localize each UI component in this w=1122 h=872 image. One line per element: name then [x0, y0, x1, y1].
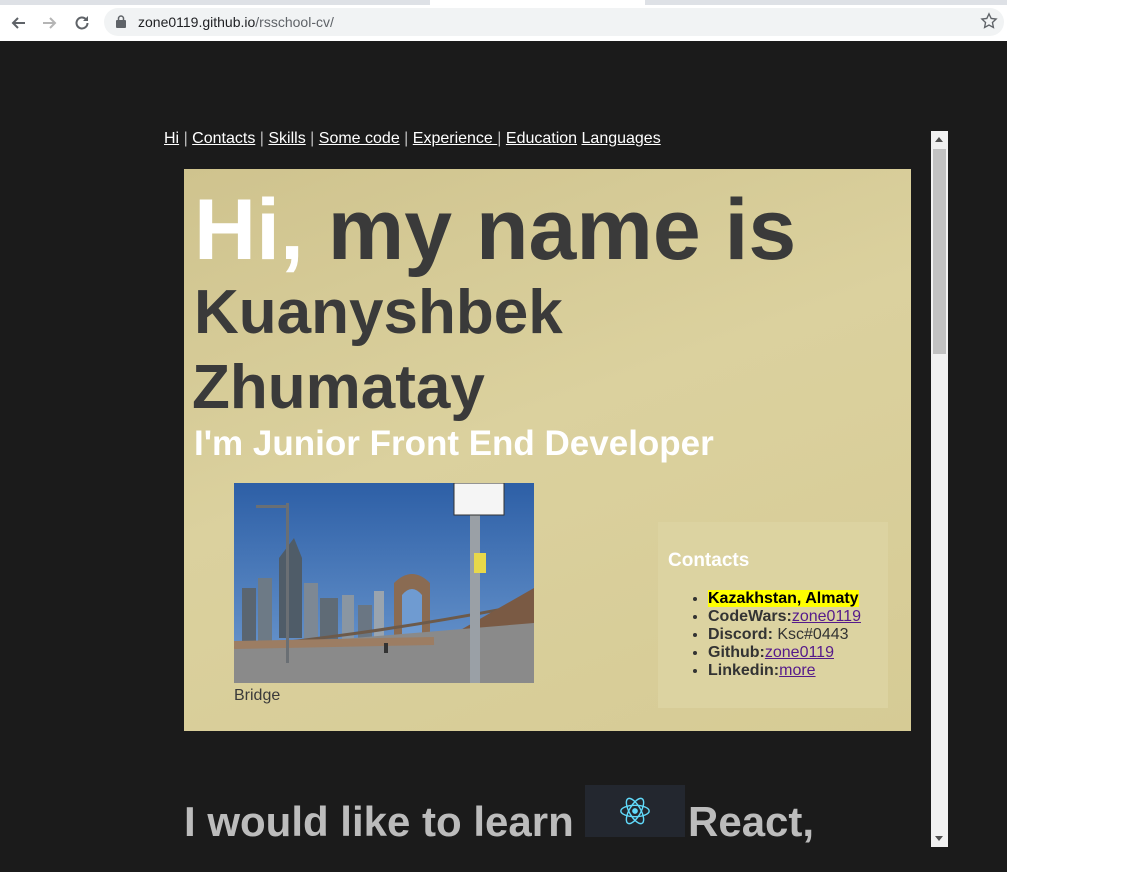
lock-icon: [116, 15, 126, 28]
top-navigation: Hi | Contacts | Skills | Some code | Exp…: [164, 130, 661, 148]
react-logo-badge: [585, 785, 685, 837]
contact-linkedin: Linkedin:more: [708, 662, 861, 680]
scrollbar[interactable]: [931, 131, 948, 847]
location-highlight: Kazakhstan, Almaty: [708, 590, 859, 607]
nav-separator: |: [310, 130, 315, 147]
greeting-intro: my name is: [303, 182, 797, 278]
forward-button[interactable]: [39, 12, 61, 34]
greeting-hi: Hi,: [194, 182, 304, 278]
contact-location: Kazakhstan, Almaty: [708, 590, 861, 608]
contacts-card: Contacts Kazakhstan, Almaty CodeWars:zon…: [658, 522, 888, 708]
github-label: Github:: [708, 644, 765, 661]
discord-value: Ksc#0443: [772, 626, 849, 643]
url-text: zone0119.github.io/rsschool-cv/: [138, 14, 334, 30]
codewars-link[interactable]: zone0119: [792, 608, 861, 625]
first-name: Kuanyshbek: [194, 278, 563, 347]
contact-codewars: CodeWars:zone0119: [708, 608, 861, 626]
codewars-label: CodeWars:: [708, 608, 792, 625]
scroll-down-arrow-icon[interactable]: [935, 836, 943, 841]
linkedin-link[interactable]: more: [779, 662, 815, 679]
hero-section: Hi, my name is Kuanyshbek Zhumatay I'm J…: [184, 169, 911, 731]
contact-discord: Discord: Ksc#0443: [708, 626, 861, 644]
scroll-up-arrow-icon[interactable]: [935, 137, 943, 142]
arrow-right-icon: [43, 17, 57, 29]
url-path: /rsschool-cv/: [255, 14, 334, 30]
bridge-photo: [234, 483, 534, 683]
role-subtitle: I'm Junior Front End Developer: [194, 424, 714, 463]
learn-tech: React,: [688, 798, 815, 845]
photo-caption: Bridge: [234, 687, 281, 704]
nav-separator: |: [404, 130, 409, 147]
nav-separator: |: [259, 130, 264, 147]
nav-link-some-code[interactable]: Some code: [319, 130, 400, 147]
reload-icon: [75, 16, 89, 30]
nav-link-skills[interactable]: Skills: [268, 130, 305, 147]
last-name: Zhumatay: [192, 353, 485, 422]
nav-link-hi[interactable]: Hi: [164, 130, 179, 147]
nav-link-languages[interactable]: Languages: [582, 130, 661, 147]
nav-link-experience[interactable]: Experience: [413, 130, 498, 147]
learn-heading: I would like to learn: [184, 798, 574, 845]
nav-link-contacts[interactable]: Contacts: [192, 130, 255, 147]
url-host: zone0119.github.io: [138, 14, 256, 30]
react-icon: [620, 797, 650, 825]
arrow-left-icon: [11, 17, 25, 29]
discord-label: Discord:: [708, 626, 773, 643]
nav-separator: |: [183, 130, 188, 147]
scrollbar-thumb[interactable]: [933, 149, 946, 354]
nav-separator: |: [497, 130, 502, 147]
reload-button[interactable]: [71, 12, 93, 34]
browser-toolbar: zone0119.github.io/rsschool-cv/: [0, 5, 1007, 42]
linkedin-label: Linkedin:: [708, 662, 780, 679]
contact-github: Github:zone0119: [708, 644, 861, 662]
github-link[interactable]: zone0119: [765, 644, 834, 661]
bookmark-star-icon[interactable]: [980, 12, 998, 30]
address-bar[interactable]: zone0119.github.io/rsschool-cv/: [104, 8, 1004, 36]
page-viewport: Hi | Contacts | Skills | Some code | Exp…: [0, 41, 1007, 872]
greeting-heading: Hi, my name is: [194, 181, 796, 280]
contacts-title: Contacts: [668, 550, 750, 571]
nav-link-education[interactable]: Education: [506, 130, 577, 147]
contacts-list: Kazakhstan, Almaty CodeWars:zone0119 Dis…: [668, 590, 861, 680]
back-button[interactable]: [7, 12, 29, 34]
